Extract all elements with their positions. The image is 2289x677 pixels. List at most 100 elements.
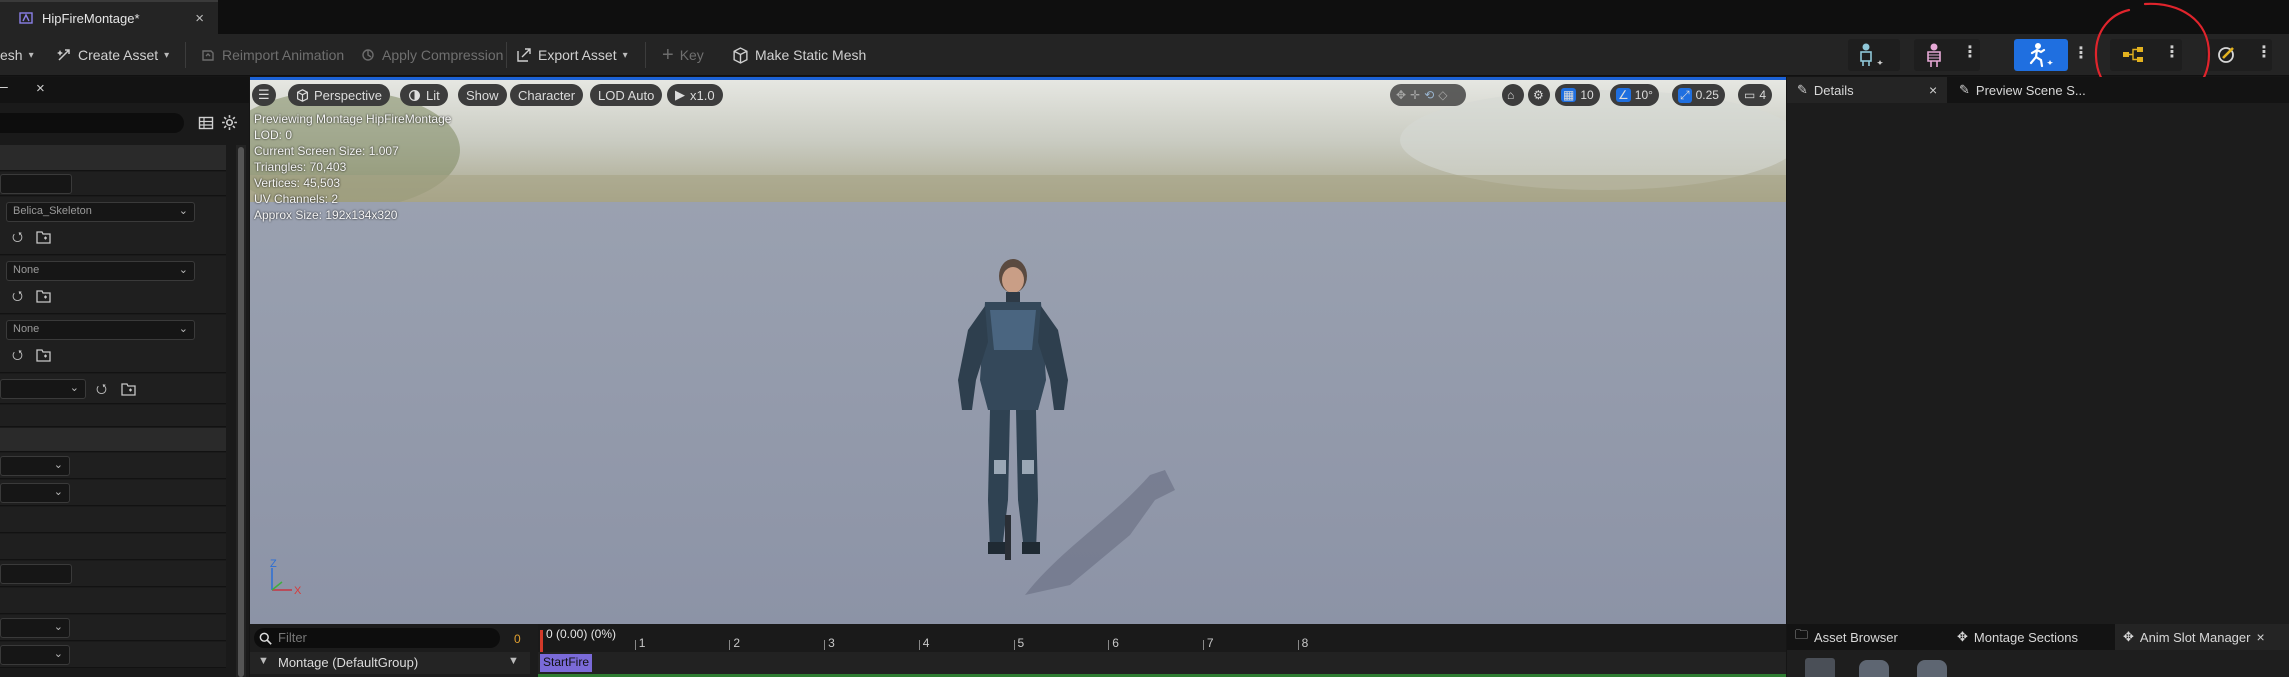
physics-mode-button[interactable]: ⋮: [2206, 39, 2272, 71]
browse-folder-icon[interactable]: [121, 382, 137, 396]
left-search-input[interactable]: [0, 113, 184, 133]
play-speed-button[interactable]: ▶ x1.0: [667, 84, 723, 106]
montage-track[interactable]: StartFire: [538, 652, 1786, 674]
anim-montage-icon: [19, 12, 33, 24]
scale-snap-button[interactable]: ⤢ 0.25: [1672, 84, 1725, 106]
none-combo[interactable]: None ⌄: [6, 320, 195, 340]
text-field[interactable]: [0, 564, 72, 584]
key-button[interactable]: + Key: [662, 43, 704, 67]
tab-details[interactable]: ✎ Details ×: [1787, 77, 1947, 103]
mesh-mode-button[interactable]: ⋮: [1914, 39, 1980, 71]
make-static-mesh-button[interactable]: Make Static Mesh: [732, 43, 866, 67]
ruler-tick-label: 3: [828, 636, 835, 650]
settings-gear-icon[interactable]: [221, 114, 238, 131]
lod-button[interactable]: LOD Auto: [590, 84, 663, 106]
create-asset-label: Create Asset: [78, 47, 159, 63]
character-button[interactable]: Character: [510, 84, 584, 106]
montage-group-label: Montage (DefaultGroup): [278, 655, 419, 670]
reimport-animation-button[interactable]: Reimport Animation: [200, 43, 344, 67]
scale-snap-icon: ⤢: [1678, 87, 1692, 103]
close-icon[interactable]: ×: [195, 10, 204, 27]
animation-mode-button[interactable]: [2014, 39, 2068, 71]
dropdown-combo[interactable]: ⌄: [0, 645, 70, 665]
bottom-dock: 🗀 Asset Browser ✥ Montage Sections ✥ Ani…: [1787, 624, 2289, 677]
tab-asset-browser[interactable]: 🗀 Asset Browser: [1795, 624, 1898, 650]
tab-preview-scene[interactable]: ✎ Preview Scene S...: [1959, 77, 2086, 103]
dropdown-combo[interactable]: ⌄: [0, 483, 70, 503]
asset-thumbnail[interactable]: [1859, 660, 1889, 677]
transform-tools-group[interactable]: ✥ ✛ ⟲ ◇: [1390, 84, 1466, 106]
rotate-icon[interactable]: ⟲: [1424, 88, 1434, 102]
property-row: [0, 534, 226, 560]
axis-z-label: Z: [270, 558, 277, 570]
use-selected-icon[interactable]: ⭯: [12, 289, 26, 303]
local-space-button[interactable]: ⌂: [1502, 84, 1524, 106]
time-ruler[interactable]: 0 (0.00) (0%): [538, 624, 1786, 652]
ruler-tick-label: 6: [1112, 636, 1119, 650]
use-selected-icon[interactable]: ⭯: [12, 348, 26, 362]
key-label: Key: [679, 47, 704, 63]
viewport-menu-button[interactable]: ☰: [252, 84, 276, 106]
stat-screen-size-line: Current Screen Size: 1.007: [254, 144, 399, 158]
create-asset-button[interactable]: Create Asset ▾: [56, 43, 169, 67]
tab-anim-slot-manager[interactable]: ✥ Anim Slot Manager ×: [2115, 624, 2289, 650]
left-scrollbar-thumb[interactable]: [238, 147, 244, 677]
mesh-dropdown[interactable]: esh ▾: [0, 43, 34, 67]
camera-speed-button[interactable]: ▭ 4: [1738, 84, 1773, 106]
montage-group-row[interactable]: ▼ Montage (DefaultGroup) ▼: [250, 652, 530, 674]
chevron-down-icon: ⌄: [178, 264, 188, 276]
table-view-icon[interactable]: [198, 115, 214, 131]
search-icon: [259, 632, 272, 645]
chevron-down-icon: ⌄: [53, 648, 63, 660]
property-row: ⌄ ⭯: [0, 374, 226, 404]
browse-folder-icon[interactable]: [36, 348, 52, 362]
close-icon[interactable]: ×: [1929, 82, 1937, 98]
running-figure-icon: [2029, 43, 2053, 68]
more-options-icon[interactable]: ⋮: [2256, 43, 2272, 63]
lit-button[interactable]: Lit: [400, 84, 448, 106]
close-icon[interactable]: ×: [36, 80, 45, 97]
ruler-tick-label: 1: [638, 636, 646, 650]
scale-icon[interactable]: ◇: [1438, 88, 1447, 102]
timeline-filter-input[interactable]: Filter: [254, 628, 500, 648]
play-icon: ▶: [675, 87, 685, 102]
none-combo[interactable]: None ⌄: [6, 261, 195, 281]
section-start-fire[interactable]: StartFire: [540, 654, 593, 672]
ruler-tick: [634, 640, 636, 650]
left-scrollbar-track[interactable]: [236, 145, 246, 677]
select-icon[interactable]: ✥: [1396, 88, 1406, 102]
grid-snap-button[interactable]: ▦ 10: [1555, 84, 1600, 106]
montage-timeline: Filter 0 ▼ Montage (DefaultGroup) ▼ 0 (0…: [250, 624, 1786, 677]
rotation-snap-button[interactable]: ∠ 10°: [1610, 84, 1659, 106]
static-mesh-icon: [733, 46, 748, 64]
dropdown-combo[interactable]: ⌄: [0, 379, 86, 399]
close-icon[interactable]: ×: [2256, 629, 2264, 645]
skeleton-combo[interactable]: Belica_Skeleton ⌄: [6, 202, 195, 222]
export-asset-label: Export Asset: [538, 47, 617, 63]
skeleton-mode-button[interactable]: [1848, 39, 1900, 71]
viewport[interactable]: Z X ☰ Perspective Lit Show Character LOD…: [250, 77, 1786, 624]
asset-thumbnail[interactable]: [1805, 658, 1835, 677]
property-row: [0, 172, 226, 196]
tab-montage-sections[interactable]: ✥ Montage Sections: [1957, 624, 2078, 650]
document-tab[interactable]: HipFireMontage* ×: [0, 0, 218, 34]
translate-icon[interactable]: ✛: [1410, 88, 1420, 102]
dropdown-combo[interactable]: ⌄: [0, 618, 70, 638]
asset-thumbnail[interactable]: [1917, 660, 1947, 677]
browse-folder-icon[interactable]: [36, 289, 52, 303]
use-selected-icon[interactable]: ⭯: [96, 382, 110, 396]
apply-compression-button[interactable]: Apply Compression: [360, 43, 503, 67]
show-button[interactable]: Show: [458, 84, 507, 106]
text-field[interactable]: [0, 174, 72, 194]
dropdown-combo[interactable]: ⌄: [0, 456, 70, 476]
perspective-button[interactable]: Perspective: [288, 84, 390, 106]
slot-manager-icon: ✥: [2123, 629, 2134, 644]
surface-snap-button[interactable]: ⚙: [1528, 84, 1550, 106]
more-options-icon[interactable]: ⋮: [1962, 43, 1978, 63]
stat-lod-line: LOD: 0: [254, 128, 293, 142]
use-selected-icon[interactable]: ⭯: [12, 230, 26, 244]
export-asset-button[interactable]: Export Asset ▾: [516, 43, 628, 67]
browse-folder-icon[interactable]: [36, 230, 52, 244]
stat-preview-line: Previewing Montage HipFireMontage: [254, 112, 452, 126]
reimport-icon: [202, 50, 214, 61]
